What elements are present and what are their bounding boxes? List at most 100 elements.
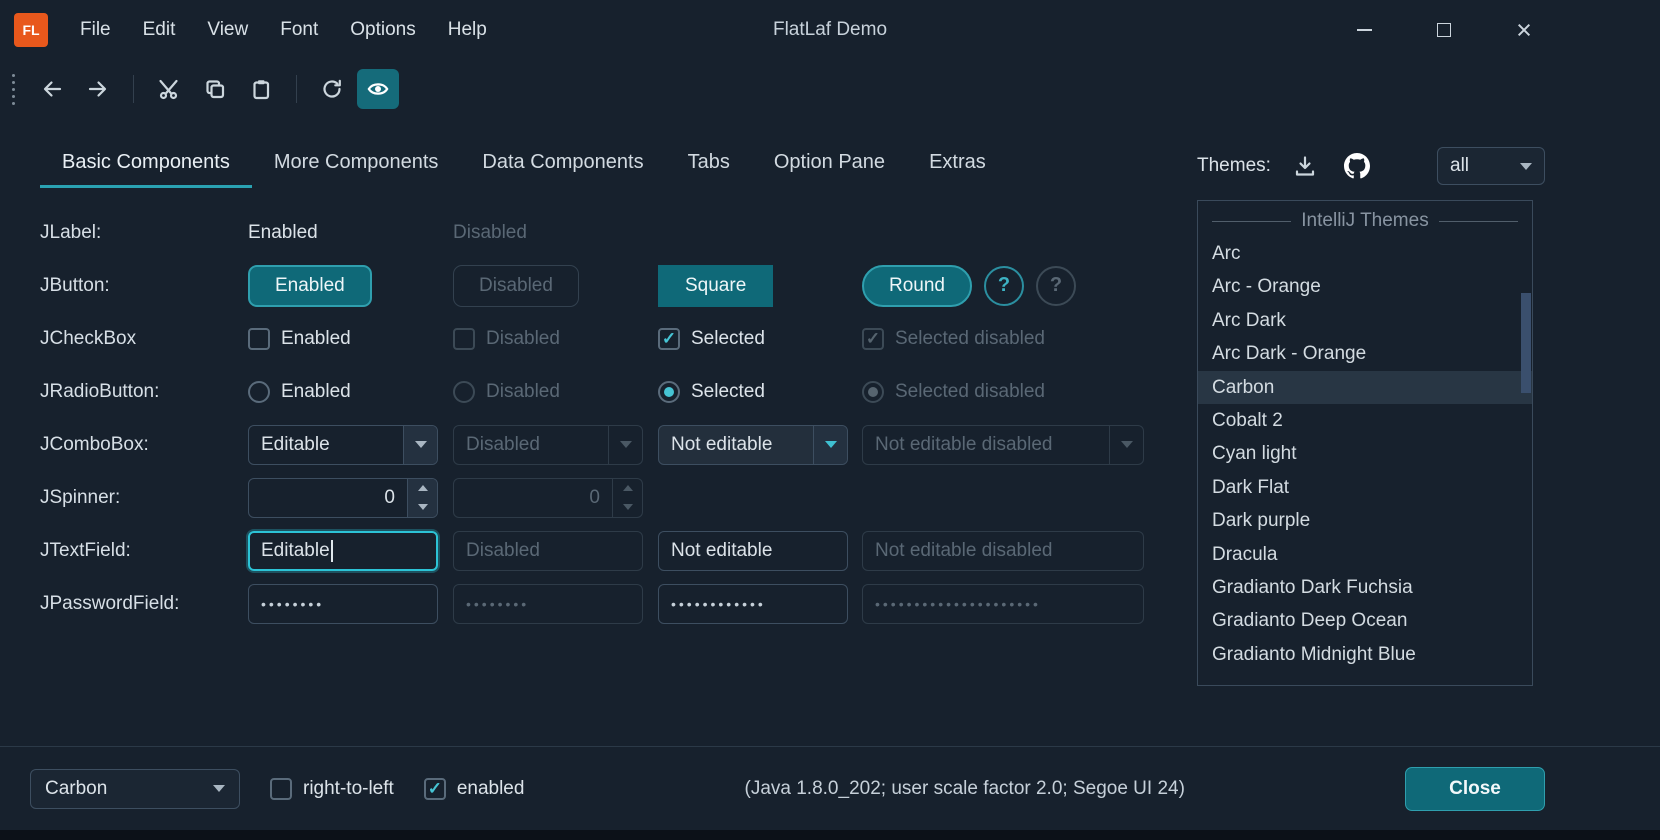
- theme-item[interactable]: Cyan light: [1198, 437, 1532, 470]
- theme-item[interactable]: Gradianto Deep Ocean: [1198, 604, 1532, 637]
- textfield-editable[interactable]: Editable: [248, 531, 438, 571]
- tab-more-components[interactable]: More Components: [252, 140, 461, 188]
- combobox-arrow-button[interactable]: [813, 426, 847, 464]
- radio-label: Enabled: [281, 381, 351, 403]
- toolbar-separator: [133, 75, 134, 103]
- tab-tabs[interactable]: Tabs: [666, 140, 752, 188]
- radio-enabled[interactable]: Enabled: [248, 381, 453, 403]
- textfield-disabled: Disabled: [453, 531, 643, 571]
- passwordfield-not-editable: ••••••••••••: [658, 584, 848, 624]
- menu-file[interactable]: File: [64, 0, 127, 60]
- github-button[interactable]: [1339, 148, 1375, 184]
- theme-item[interactable]: Dracula: [1198, 538, 1532, 571]
- menu-font[interactable]: Font: [264, 0, 334, 60]
- combobox-arrow-button: [608, 426, 642, 464]
- menu-help[interactable]: Help: [432, 0, 503, 60]
- theme-item[interactable]: Dark purple: [1198, 504, 1532, 537]
- theme-item[interactable]: Cobalt 2: [1198, 404, 1532, 437]
- lookandfeel-combobox[interactable]: Carbon: [30, 769, 240, 809]
- download-themes-button[interactable]: [1287, 148, 1323, 184]
- combobox-not-editable[interactable]: Not editable: [658, 425, 848, 465]
- chevron-down-icon: [623, 504, 633, 510]
- combobox-value: Not editable: [659, 426, 813, 464]
- checkbox-checked-icon: [862, 328, 884, 350]
- theme-item[interactable]: Arc Dark: [1198, 304, 1532, 337]
- toolbar-grip-handle[interactable]: [12, 74, 15, 105]
- close-icon: ×: [1516, 17, 1532, 44]
- checkbox-enabled[interactable]: Enabled: [248, 328, 453, 350]
- paste-button[interactable]: [240, 69, 282, 109]
- menu-edit[interactable]: Edit: [127, 0, 192, 60]
- bottom-bar: Carbon right-to-left enabled (Java 1.8.0…: [0, 746, 1660, 830]
- chevron-down-icon: [415, 441, 427, 448]
- checkbox-icon: [248, 328, 270, 350]
- close-window-button[interactable]: ×: [1484, 0, 1564, 60]
- theme-item[interactable]: Arc Dark - Orange: [1198, 337, 1532, 370]
- jbutton-row-label: JButton:: [40, 275, 248, 297]
- checkbox-icon: [270, 778, 292, 800]
- themes-toolbar: Themes: all: [1197, 146, 1545, 186]
- enabled-checkbox[interactable]: enabled: [424, 778, 525, 800]
- passwordfield-value: ••••••••••••: [671, 596, 766, 612]
- close-button[interactable]: Close: [1405, 767, 1545, 811]
- enabled-button[interactable]: Enabled: [248, 265, 372, 307]
- tab-basic-components[interactable]: Basic Components: [40, 140, 252, 188]
- minimize-icon: [1357, 29, 1372, 31]
- textfield-value: Editable: [261, 540, 330, 562]
- app-logo-icon: FL: [14, 13, 48, 47]
- jcombobox-row-label: JComboBox:: [40, 434, 248, 456]
- maximize-button[interactable]: [1404, 0, 1484, 60]
- spinner-disabled: 0: [453, 478, 643, 518]
- passwordfield-editable[interactable]: ••••••••: [248, 584, 438, 624]
- theme-item[interactable]: Dark Flat: [1198, 471, 1532, 504]
- spinner-up-button[interactable]: [408, 479, 437, 498]
- refresh-icon: [321, 78, 343, 100]
- copy-button[interactable]: [194, 69, 236, 109]
- theme-item[interactable]: Arc - Orange: [1198, 270, 1532, 303]
- refresh-button[interactable]: [311, 69, 353, 109]
- checkbox-label: Enabled: [281, 328, 351, 350]
- passwordfield-value: ••••••••: [466, 596, 529, 612]
- jradiobutton-row-label: JRadioButton:: [40, 381, 248, 403]
- spinner-value: 0: [454, 479, 612, 517]
- tab-extras[interactable]: Extras: [907, 140, 1008, 188]
- forward-button[interactable]: [77, 69, 119, 109]
- themes-filter-combobox[interactable]: all: [1437, 147, 1545, 185]
- forward-arrow-icon: [87, 78, 109, 100]
- spinner-enabled[interactable]: 0: [248, 478, 438, 518]
- spinner-down-button[interactable]: [408, 498, 437, 517]
- menu-options[interactable]: Options: [334, 0, 431, 60]
- tab-data-components[interactable]: Data Components: [460, 140, 665, 188]
- radio-selected[interactable]: Selected: [658, 381, 862, 403]
- right-to-left-checkbox[interactable]: right-to-left: [270, 778, 394, 800]
- github-icon: [1344, 153, 1370, 179]
- theme-item[interactable]: Arc: [1198, 237, 1532, 270]
- theme-item-selected[interactable]: Carbon: [1198, 371, 1532, 404]
- checkbox-selected[interactable]: Selected: [658, 328, 862, 350]
- jlabel-enabled: Enabled: [248, 222, 453, 244]
- spinner-arrows: [407, 479, 437, 517]
- spinner-value[interactable]: 0: [249, 479, 407, 517]
- radio-icon: [248, 381, 270, 403]
- radio-selected-icon: [658, 381, 680, 403]
- passwordfield-value: •••••••••••••••••••••: [875, 596, 1041, 612]
- square-button[interactable]: Square: [658, 265, 773, 307]
- combobox-arrow-button[interactable]: [403, 426, 437, 464]
- spinner-down-button: [613, 498, 642, 517]
- theme-item[interactable]: Gradianto Midnight Blue: [1198, 638, 1532, 671]
- cut-button[interactable]: [148, 69, 190, 109]
- tab-option-pane[interactable]: Option Pane: [752, 140, 907, 188]
- radio-disabled: Disabled: [453, 381, 658, 403]
- minimize-button[interactable]: [1324, 0, 1404, 60]
- menu-view[interactable]: View: [191, 0, 264, 60]
- checkbox-label: Selected: [691, 328, 765, 350]
- back-button[interactable]: [31, 69, 73, 109]
- jlabel-disabled: Disabled: [453, 222, 658, 244]
- combobox-editable[interactable]: Editable: [248, 425, 438, 465]
- radio-label: Selected disabled: [895, 381, 1045, 403]
- scrollbar-thumb[interactable]: [1521, 293, 1531, 393]
- help-button[interactable]: ?: [984, 266, 1024, 306]
- theme-item[interactable]: Gradianto Dark Fuchsia: [1198, 571, 1532, 604]
- show-hover-effects-toggle[interactable]: [357, 69, 399, 109]
- round-button[interactable]: Round: [862, 265, 972, 307]
